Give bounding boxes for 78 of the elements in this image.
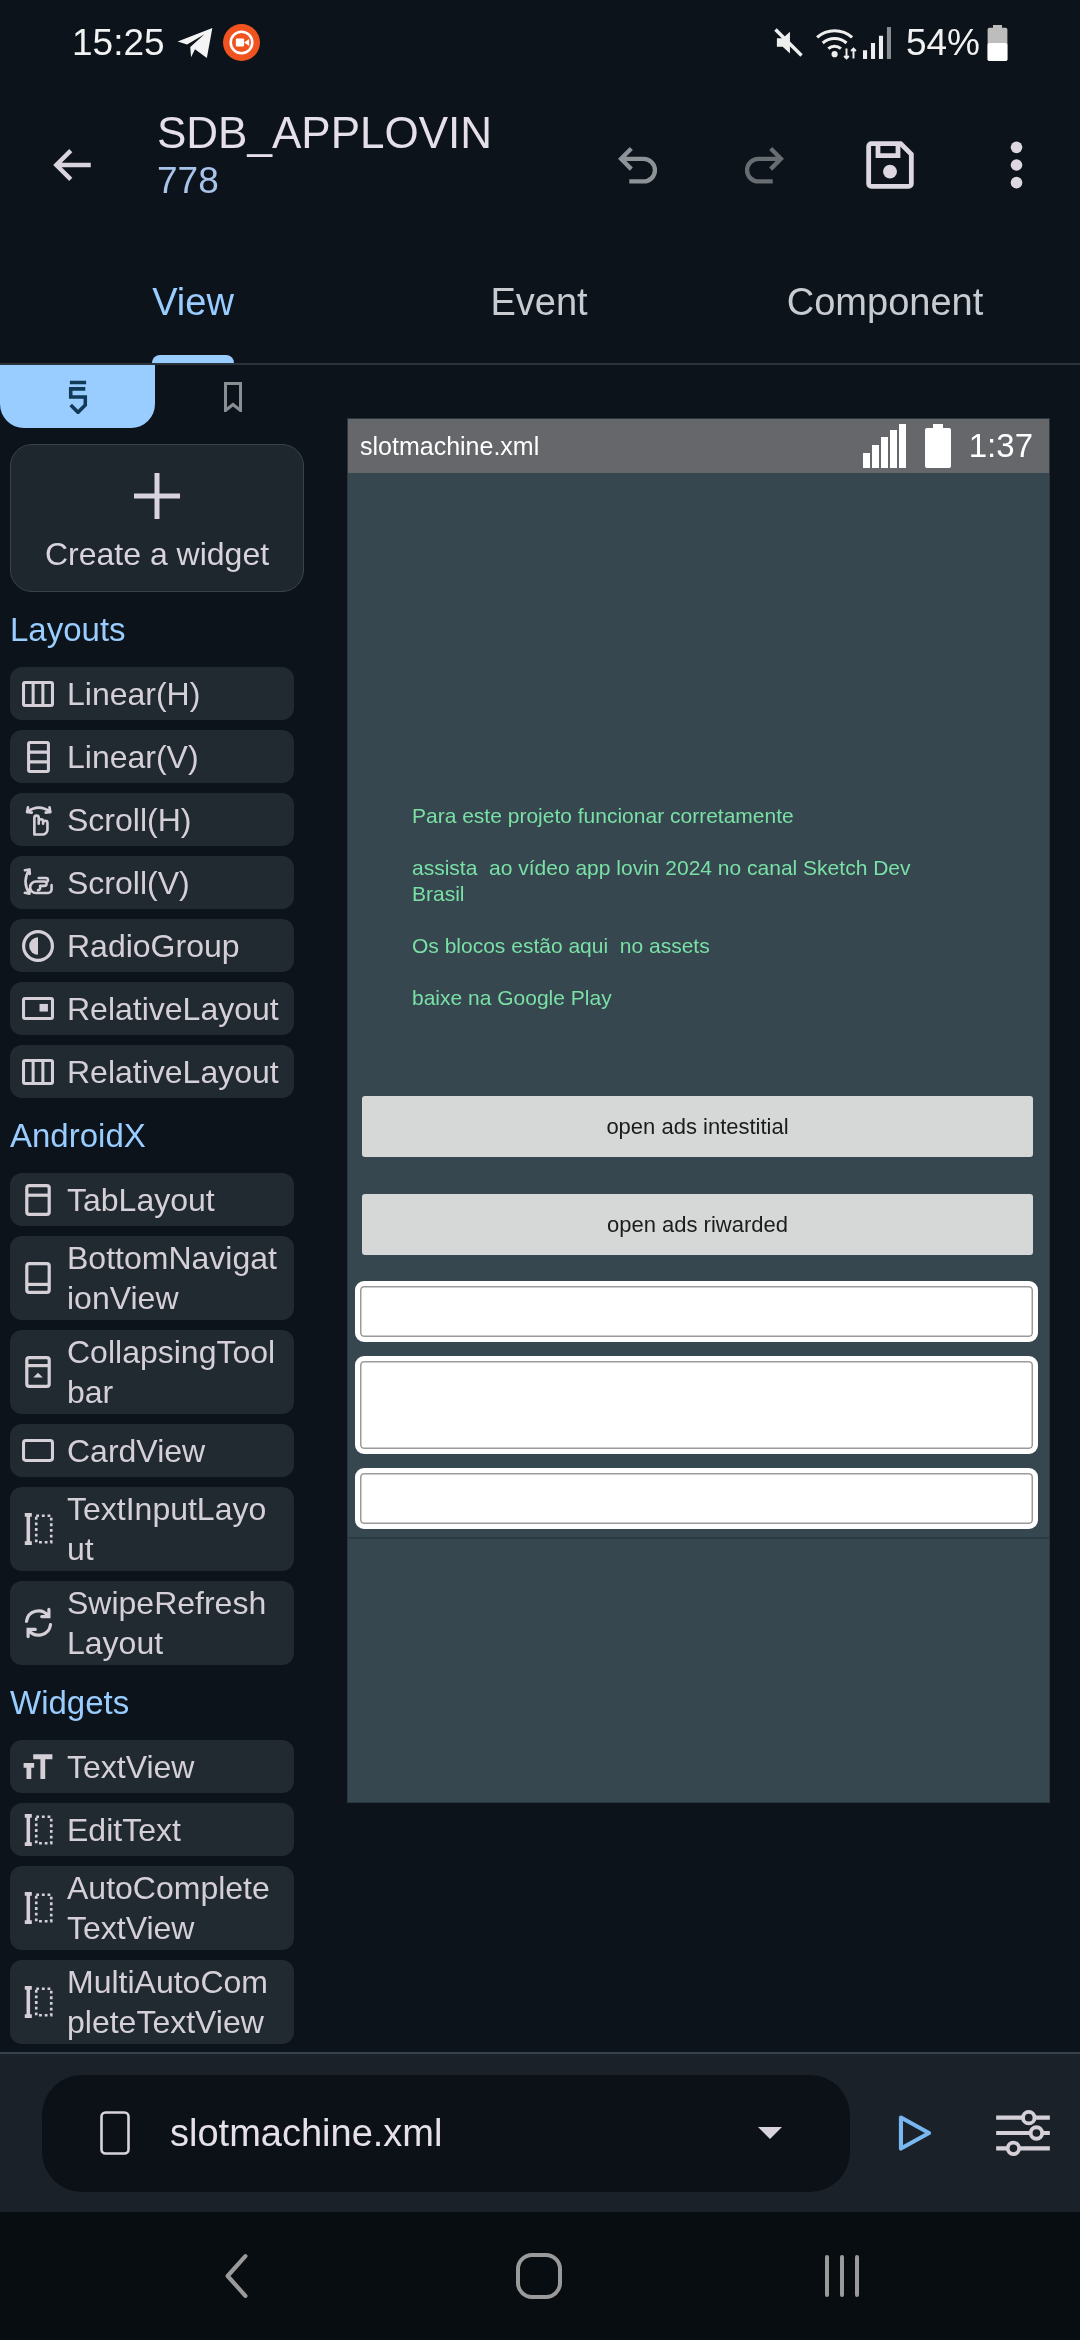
sliders-icon xyxy=(995,2110,1051,2156)
back-arrow-icon xyxy=(53,147,93,183)
tab[interactable]: Component xyxy=(712,245,1058,363)
widget-item[interactable]: Scroll(V) xyxy=(10,856,294,909)
edit-text-field[interactable] xyxy=(355,1468,1038,1529)
collapse-panel-icon xyxy=(25,1356,51,1388)
recents-icon xyxy=(822,2254,861,2298)
status-time: 15:25 xyxy=(72,21,165,64)
more-vertical-icon xyxy=(1009,141,1023,189)
screen-recorder-icon xyxy=(222,24,260,61)
edit-text-field[interactable] xyxy=(355,1281,1038,1342)
section-heading: Layouts xyxy=(10,610,127,650)
preview-text: assista ao vídeo app lovin 2024 no canal Sketch Dev Brasil xyxy=(412,855,912,907)
save-icon xyxy=(866,141,914,189)
rows-icon xyxy=(26,740,50,773)
text-size-icon xyxy=(22,1753,54,1780)
paper-plane-icon xyxy=(176,27,213,58)
widget-item[interactable]: SwipeRefreshLayout xyxy=(10,1581,294,1665)
create-widget-button[interactable]: Create a widget xyxy=(10,444,304,592)
section-heading: Widgets xyxy=(10,1683,131,1723)
home-icon xyxy=(515,2253,562,2299)
picture-in-picture-icon xyxy=(22,997,54,1020)
widget-item[interactable]: EditText xyxy=(10,1803,294,1856)
mute-icon xyxy=(773,28,803,57)
text-cursor-icon xyxy=(23,1892,53,1924)
preview-button[interactable]: open ads riwarded xyxy=(362,1194,1033,1255)
bottom-bar-panel-icon xyxy=(25,1262,51,1294)
widget-item[interactable]: BottomNavigationView xyxy=(10,1236,294,1320)
swipe-gesture-icon xyxy=(24,803,52,836)
preview-button[interactable]: open ads intestitial xyxy=(362,1096,1033,1157)
widget-item[interactable]: Scroll(H) xyxy=(10,793,294,846)
project-id: 778 xyxy=(157,159,220,203)
tab[interactable]: View xyxy=(20,245,366,363)
plus-icon xyxy=(134,473,180,519)
text-cursor-icon xyxy=(23,1513,53,1545)
widget-item[interactable]: RelativeLayout xyxy=(10,982,294,1035)
edit-text-field[interactable] xyxy=(355,1356,1038,1454)
columns-icon xyxy=(22,680,54,707)
preview-text: baixe na Google Play xyxy=(412,985,613,1011)
widget-item[interactable]: RelativeLayout xyxy=(10,1045,294,1098)
play-icon xyxy=(898,2114,932,2152)
refresh-icon xyxy=(23,1607,53,1639)
bookmark-icon xyxy=(221,381,244,412)
tab-panel-icon xyxy=(25,1183,51,1216)
widget-item[interactable]: TabLayout xyxy=(10,1173,294,1226)
preview-clock: 1:37 xyxy=(968,427,1033,465)
widget-item[interactable]: CardView xyxy=(10,1424,294,1477)
widget-item[interactable]: Linear(H) xyxy=(10,667,294,720)
columns-icon xyxy=(22,1058,54,1085)
preview-text: Os blocos estão aqui no assets xyxy=(412,933,711,959)
palette-tab[interactable] xyxy=(0,365,155,428)
section-heading: AndroidX xyxy=(10,1116,147,1156)
phone-outline-icon xyxy=(100,2111,130,2155)
tab[interactable]: Event xyxy=(366,245,712,363)
widget-item[interactable]: TextView xyxy=(10,1740,294,1793)
card-outline-icon xyxy=(22,1439,54,1462)
text-cursor-icon xyxy=(23,1986,53,2018)
battery-icon xyxy=(924,424,951,468)
dropdown-caret-icon xyxy=(758,2127,782,2139)
battery-icon xyxy=(986,24,1009,61)
signal-icon xyxy=(862,26,892,59)
battery-percent: 54% xyxy=(905,21,980,64)
widget-item[interactable]: TextInputLayout xyxy=(10,1487,294,1571)
signal-icon xyxy=(862,424,907,468)
text-cursor-icon xyxy=(23,1813,53,1846)
preview-file-name: slotmachine.xml xyxy=(360,431,540,461)
widget-item[interactable]: RadioGroup xyxy=(10,919,294,972)
widget-item[interactable]: AutoCompleteTextView xyxy=(10,1866,294,1950)
undo-icon xyxy=(618,145,658,185)
widget-item[interactable]: Linear(V) xyxy=(10,730,294,783)
widget-item[interactable]: MultiAutoCompleteTextView xyxy=(10,1960,294,2044)
half-filled-circle-icon xyxy=(22,929,54,962)
project-title: SDB_APPLOVIN xyxy=(157,107,493,159)
file-selector[interactable]: slotmachine.xml xyxy=(42,2074,850,2192)
preview-text: Para este projeto funcionar corretamente xyxy=(412,803,795,829)
redo-icon xyxy=(744,145,784,185)
widget-item[interactable]: CollapsingToolbar xyxy=(10,1330,294,1414)
logo-icon xyxy=(66,379,89,414)
